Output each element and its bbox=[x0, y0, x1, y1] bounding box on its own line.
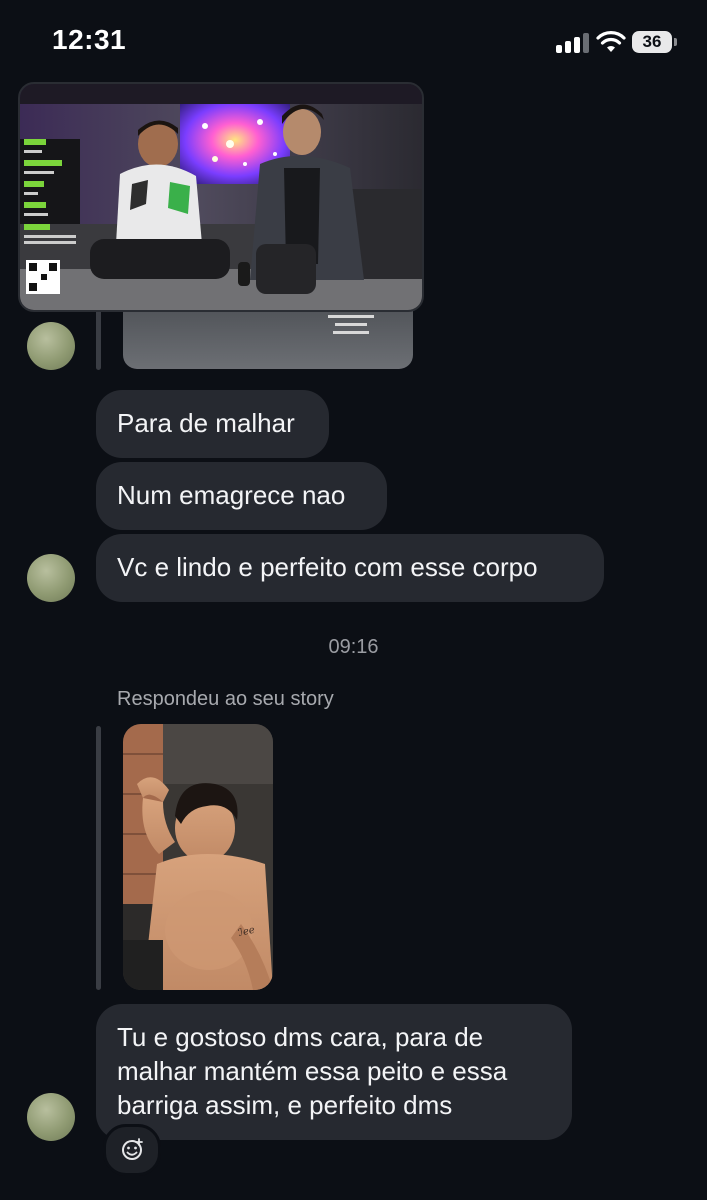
cellular-signal-icon bbox=[556, 33, 590, 53]
status-bar: 12:31 36 bbox=[0, 0, 707, 86]
story-reply-message[interactable]: Tu e gostoso dms cara, para de malhar ma… bbox=[96, 1004, 572, 1140]
story-reply-label: Respondeu ao seu story bbox=[117, 688, 334, 710]
status-time: 12:31 bbox=[52, 24, 127, 55]
story-image[interactable]: ℐℯℯ bbox=[123, 724, 273, 990]
wifi-icon bbox=[596, 31, 626, 52]
story-photo-graphic: ℐℯℯ bbox=[123, 724, 273, 990]
message-bubble[interactable]: Vc e lindo e perfeito com esse corpo bbox=[96, 534, 604, 602]
avatar[interactable] bbox=[27, 554, 75, 602]
battery-tip bbox=[674, 38, 677, 46]
reply-rail bbox=[96, 726, 101, 990]
avatar[interactable] bbox=[27, 1093, 75, 1141]
stream-caption bbox=[328, 312, 374, 346]
emoji-add-graphic bbox=[122, 1138, 143, 1160]
avatar[interactable] bbox=[27, 322, 75, 370]
emoji-add-icon[interactable] bbox=[103, 1124, 161, 1176]
battery-icon: 36 bbox=[632, 31, 672, 53]
message-bubble[interactable]: Num emagrece nao bbox=[96, 462, 387, 530]
message-timestamp: 09:16 bbox=[328, 636, 379, 658]
story-photo-graphic bbox=[20, 84, 422, 310]
message-bubble[interactable]: Para de malhar bbox=[96, 390, 329, 458]
story-image[interactable] bbox=[18, 82, 424, 312]
